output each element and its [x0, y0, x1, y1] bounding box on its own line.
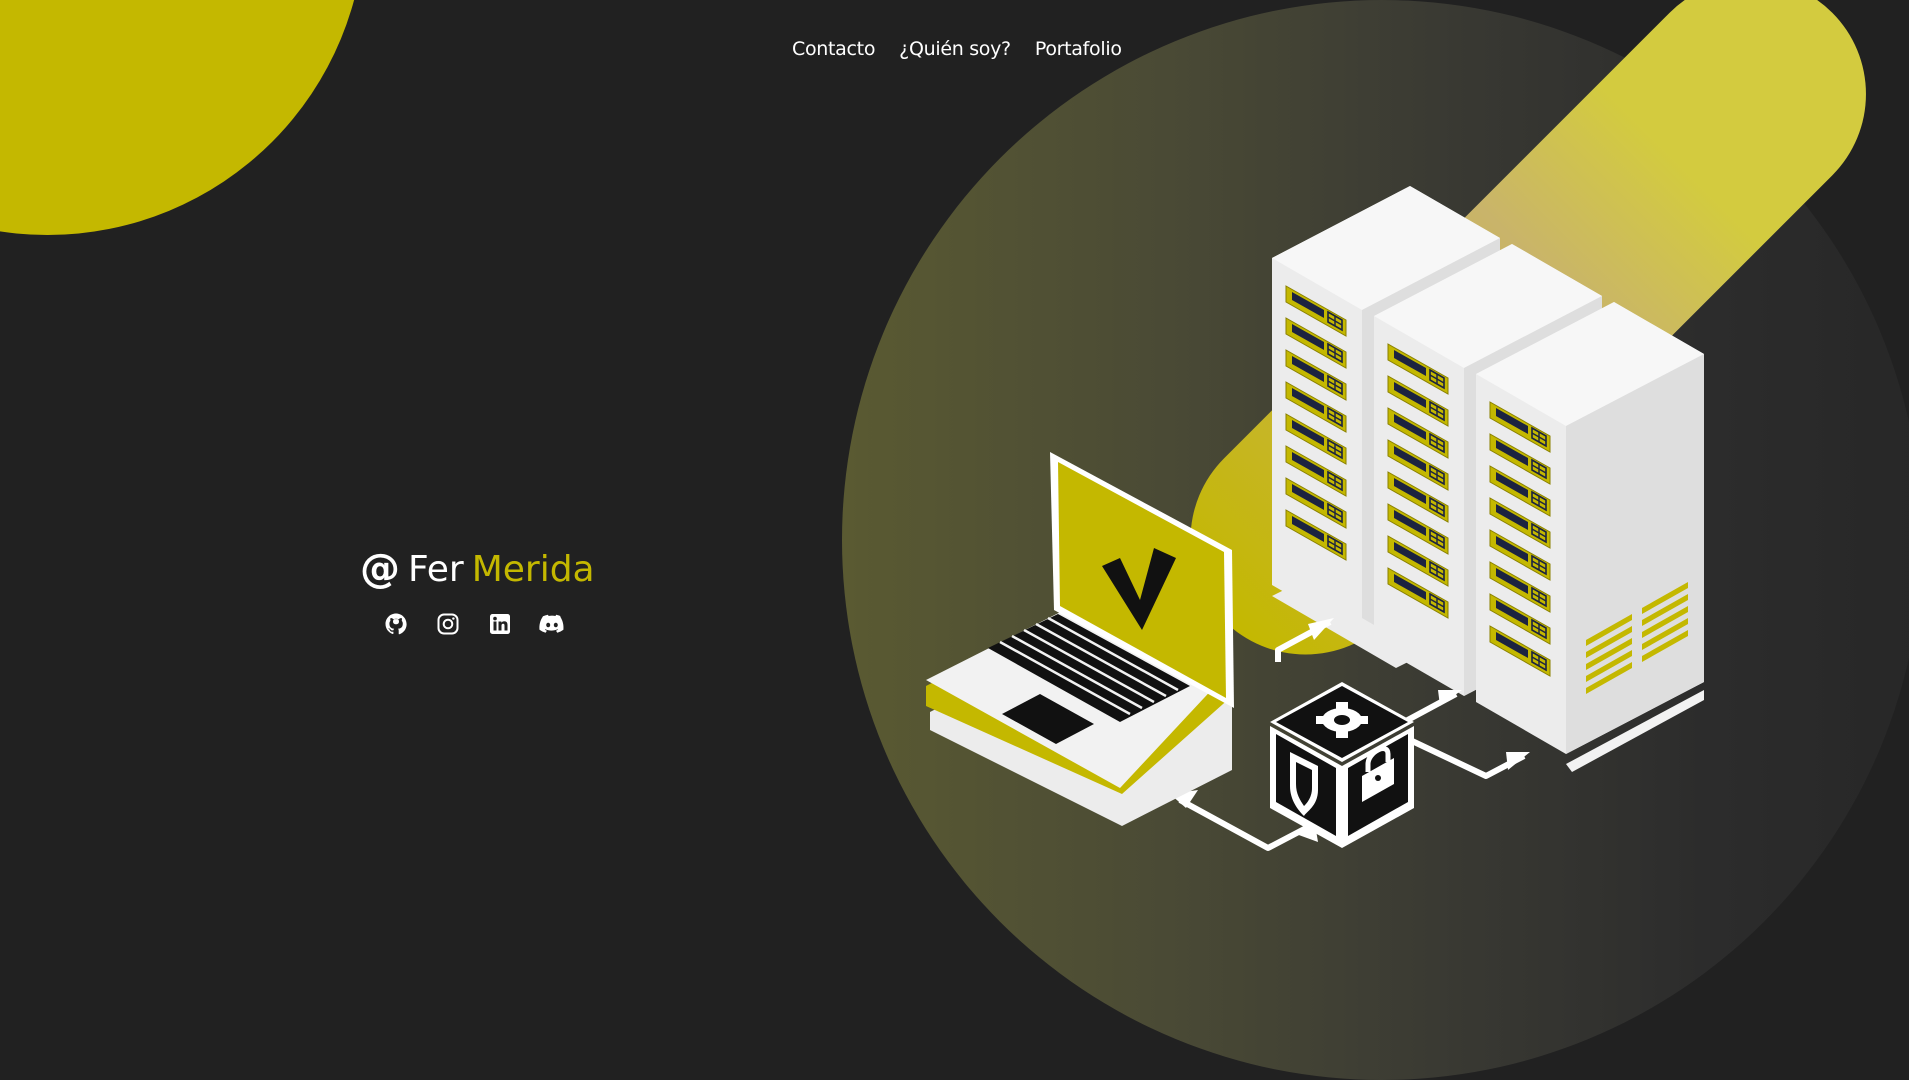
- page: Contacto ¿Quién soy? Portafolio @ Fer Me…: [0, 0, 1909, 1080]
- server-rack-3: [1476, 302, 1704, 754]
- isometric-illustration: [926, 186, 1704, 851]
- security-cube: [1270, 682, 1414, 848]
- laptop: [926, 452, 1234, 826]
